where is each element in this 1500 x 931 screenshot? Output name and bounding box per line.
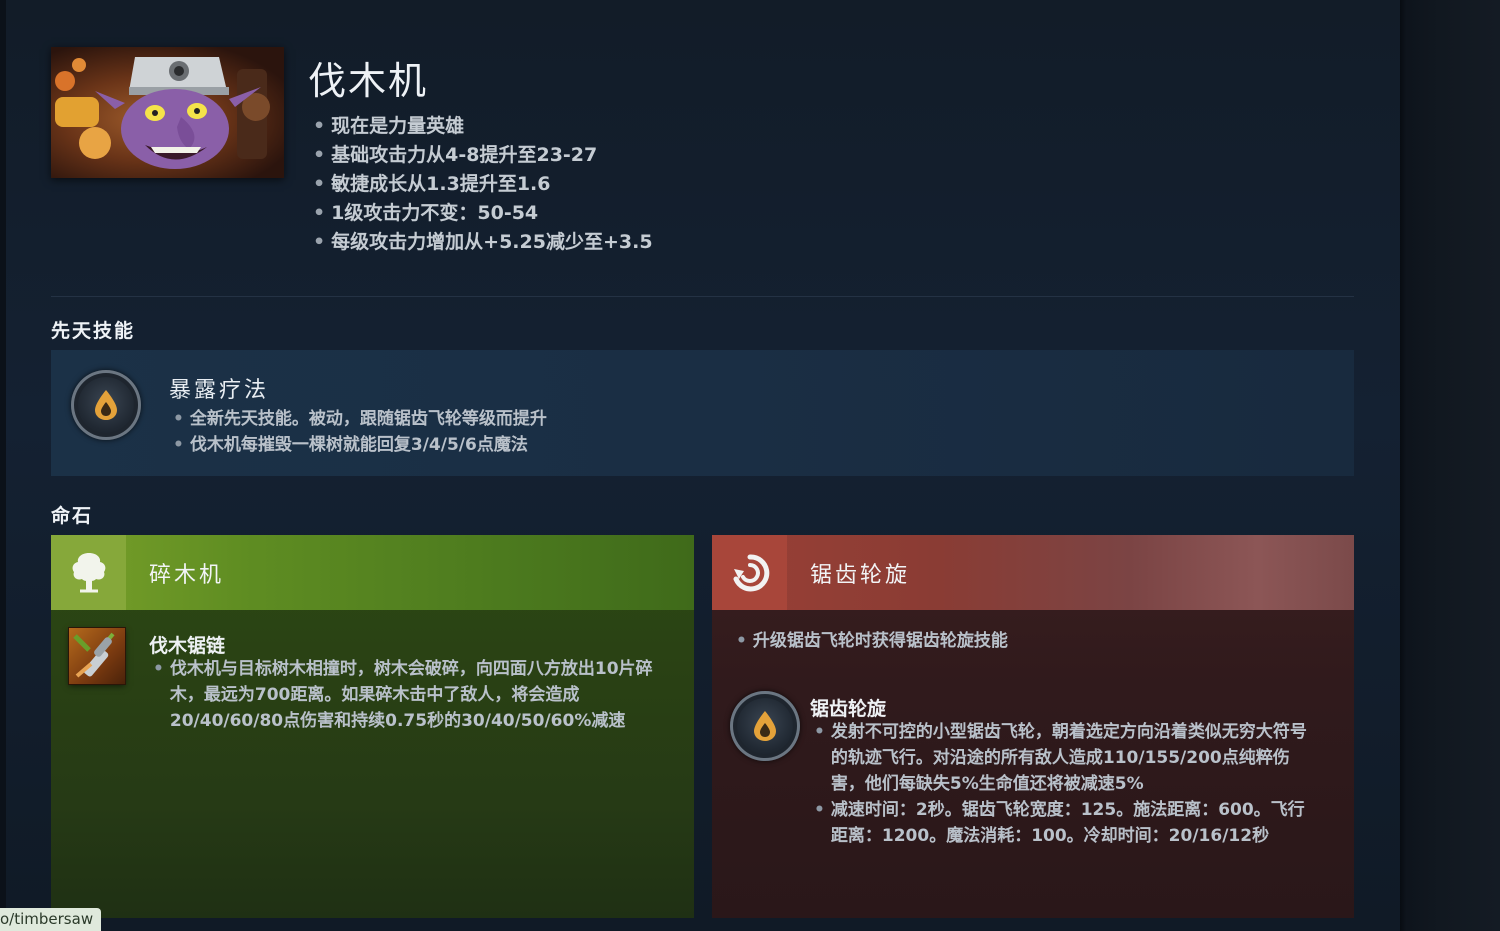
hero-change-item: 每级攻击力增加从+5.25减少至+3.5 bbox=[313, 228, 652, 257]
facet-ability-bullet-list: • 发射不可控的小型锯齿飞轮，朝着选定方向沿着类似无穷大符号的轨迹飞行。对沿途的… bbox=[814, 719, 1314, 849]
hero-change-item: 敏捷成长从1.3提升至1.6 bbox=[313, 170, 653, 199]
facet-ability-bullet: • 伐木机与目标树木相撞时，树木会破碎，向四面八方放出10片碎木，最远为700距… bbox=[153, 659, 653, 731]
innate-section-title: 先天技能 bbox=[51, 320, 136, 342]
facet-intro: • 升级锯齿飞轮时获得锯齿轮旋技能 bbox=[736, 631, 1008, 651]
facet-ability-bullet: • 发射不可控的小型锯齿飞轮，朝着选定方向沿着类似无穷大符号的轨迹飞行。对沿途的… bbox=[814, 722, 1307, 794]
facet-ability-bullet: • 减速时间：2秒。锯齿飞轮宽度：125。施法距离：600。飞行距离：1200。… bbox=[814, 800, 1305, 846]
patch-notes-page: 伐木机 现在是力量英雄 基础攻击力从4-8提升至23-27 敏捷成长从1.3提升… bbox=[0, 0, 1500, 931]
right-scroll-shade bbox=[1400, 0, 1500, 931]
facet-ability-bullet-list: • 伐木机与目标树木相撞时，树木会破碎，向四面八方放出10片碎木，最远为700距… bbox=[153, 656, 673, 734]
facet-title: 锯齿轮旋 bbox=[810, 563, 911, 588]
facet-icon-box bbox=[712, 535, 787, 610]
drop-icon bbox=[71, 370, 141, 440]
facet-intro-list: • 升级锯齿飞轮时获得锯齿轮旋技能 bbox=[736, 628, 1008, 654]
spiral-icon bbox=[733, 554, 770, 592]
hero-change-item: 基础攻击力从4-8提升至23-27 bbox=[313, 141, 653, 170]
facet-title: 碎木机 bbox=[149, 563, 225, 588]
tree-icon bbox=[72, 553, 106, 593]
facet-ability-name: 伐木锯链 bbox=[149, 635, 226, 657]
innate-ability-name: 暴露疗法 bbox=[169, 378, 270, 403]
innate-bullet: • 伐木机每摧毁一棵树就能回复3/4/5/6点魔法 bbox=[173, 435, 528, 455]
facet-card-green: 碎木机 伐木锯链 • 伐木机与目标树木相撞时，树木会破碎，向四面八方放出10片碎… bbox=[51, 535, 694, 918]
facets-section-title: 命石 bbox=[51, 505, 94, 527]
hero-name: 伐木机 bbox=[308, 59, 429, 103]
innate-ability-panel: 暴露疗法 • 全新先天技能。被动，跟随锯齿飞轮等级而提升 • 伐木机每摧毁一棵树就能… bbox=[51, 350, 1354, 476]
hero-change-item: 1级攻击力不变：50-54 bbox=[313, 199, 653, 228]
section-divider bbox=[51, 296, 1354, 297]
facet-card-red: 锯齿轮旋 • 升级锯齿飞轮时获得锯齿轮旋技能 锯齿轮旋 • 发射不可控的小型锯齿飞… bbox=[712, 535, 1354, 918]
facet-ability-name: 锯齿轮旋 bbox=[810, 698, 887, 720]
hero-change-item: 现在是力量英雄 bbox=[313, 112, 653, 141]
innate-bullet: • 全新先天技能。被动，跟随锯齿飞轮等级而提升 bbox=[173, 409, 547, 429]
hero-change-list: 现在是力量英雄 基础攻击力从4-8提升至23-27 敏捷成长从1.3提升至1.6… bbox=[313, 112, 653, 257]
drop-icon bbox=[730, 691, 800, 761]
status-url: o/timbersaw bbox=[0, 908, 102, 931]
facet-header: 碎木机 bbox=[51, 535, 694, 610]
facet-icon-box bbox=[51, 535, 126, 610]
innate-bullet-list: • 全新先天技能。被动，跟随锯齿飞轮等级而提升 • 伐木机每摧毁一棵树就能回复3/4… bbox=[173, 406, 547, 458]
hero-portrait bbox=[51, 47, 284, 178]
facet-header: 锯齿轮旋 bbox=[712, 535, 1354, 610]
left-edge bbox=[0, 0, 6, 931]
chain-icon bbox=[69, 628, 125, 684]
